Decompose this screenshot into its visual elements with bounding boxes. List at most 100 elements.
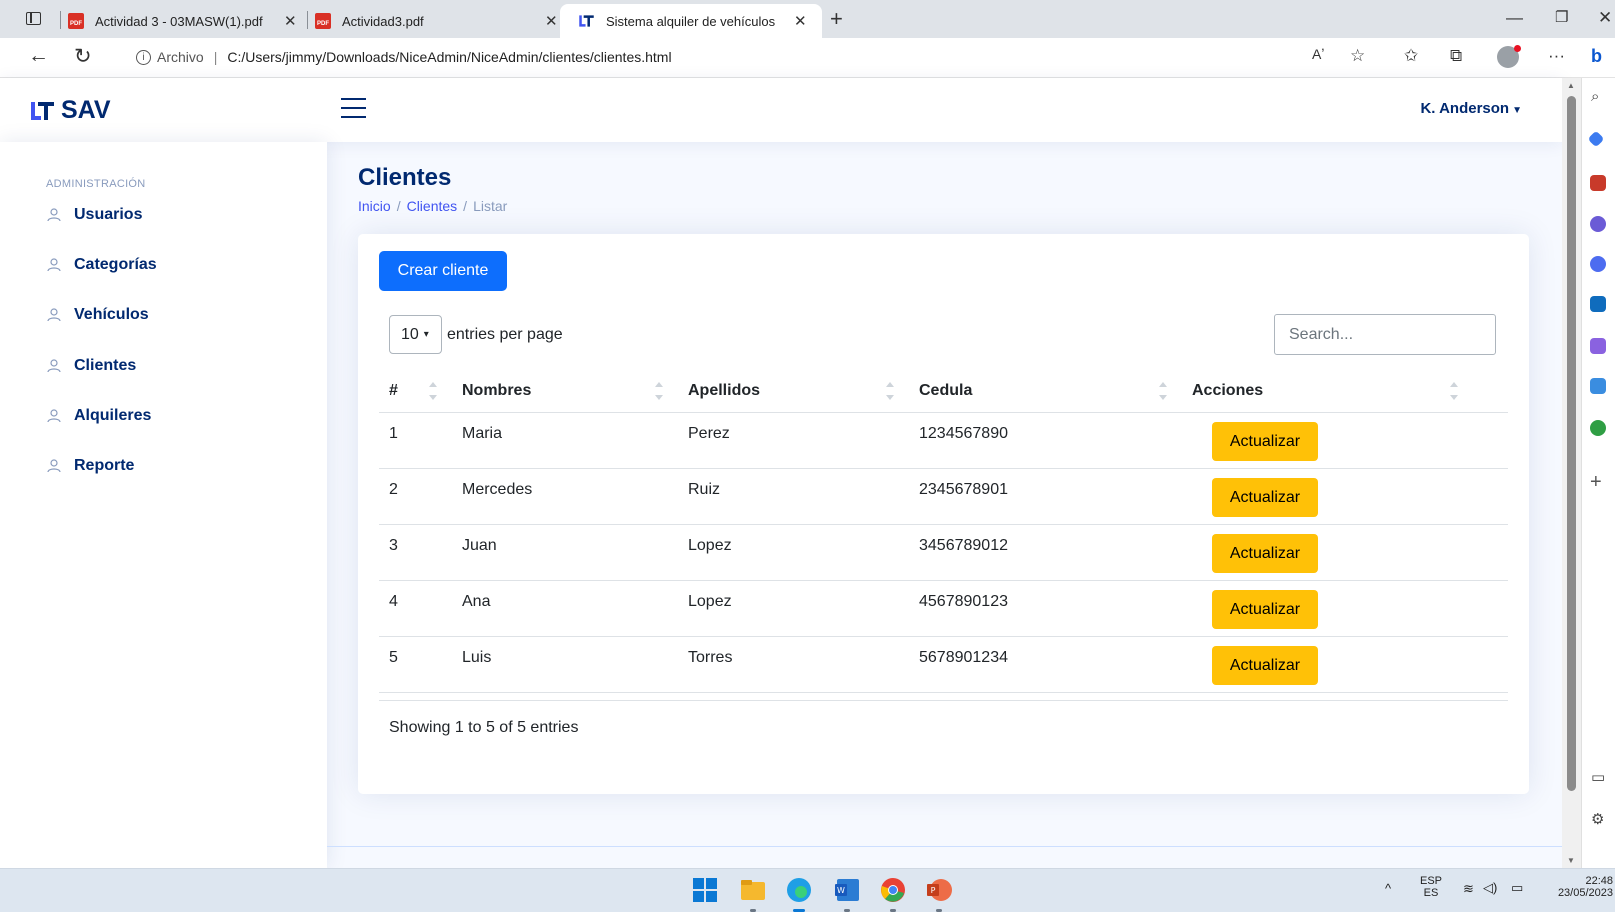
tree-icon[interactable] (1590, 420, 1606, 436)
entries-per-page-select[interactable]: 10 ▾ (389, 315, 442, 354)
update-button[interactable]: Actualizar (1212, 534, 1318, 573)
page-scrollbar[interactable]: ▲ ▼ (1562, 78, 1581, 868)
scroll-down-icon[interactable]: ▼ (1567, 856, 1575, 865)
footer-divider (327, 846, 1562, 847)
close-icon[interactable]: ✕ (284, 12, 297, 30)
breadcrumb-clientes[interactable]: Clientes (407, 198, 458, 214)
url-protocol-label: Archivo (157, 49, 204, 65)
cell-cedula: 4567890123 (919, 593, 1008, 610)
cell-apellidos: Ruiz (688, 481, 721, 498)
sidebar-item-label: Usuarios (74, 206, 143, 223)
person-icon (47, 409, 61, 423)
scroll-up-icon[interactable]: ▲ (1567, 81, 1575, 90)
site-logo-icon (31, 101, 54, 120)
bing-copilot-icon[interactable]: b (1591, 46, 1602, 67)
back-arrow-icon[interactable]: ← (28, 44, 49, 68)
sort-icon[interactable] (1450, 380, 1458, 404)
cell-nombres: Luis (462, 649, 492, 666)
wifi-icon[interactable]: ≋ (1463, 881, 1474, 897)
table-row: 5 Luis Torres 5678901234 Actualizar (379, 637, 1508, 693)
update-button[interactable]: Actualizar (1212, 422, 1318, 461)
add-sidebar-app-icon[interactable]: + (1590, 471, 1602, 494)
info-icon[interactable]: i (136, 49, 151, 65)
tab-actions-icon[interactable] (26, 12, 41, 25)
sidebar-item-clientes[interactable]: Clientes (46, 357, 136, 375)
tab-actividad3-pdf-1[interactable]: PDF Actividad 3 - 03MASW(1).pdf ✕ (68, 4, 304, 38)
tray-overflow-icon[interactable]: ^ (1385, 881, 1391, 896)
sidebar-item-vehiculos[interactable]: Vehículos (46, 306, 149, 324)
menu-toggle-icon[interactable] (341, 98, 366, 120)
windows-start-icon[interactable] (692, 877, 718, 903)
sort-icon[interactable] (1159, 380, 1167, 404)
tab-separator (60, 11, 61, 29)
battery-icon[interactable]: ▭ (1511, 880, 1523, 896)
file-explorer-icon[interactable] (740, 877, 766, 903)
update-button[interactable]: Actualizar (1212, 478, 1318, 517)
search-input[interactable]: Search... (1274, 314, 1496, 355)
column-header-cedula[interactable]: Cedula (919, 382, 972, 400)
clock[interactable]: 22:48 23/05/2023 (1545, 875, 1613, 899)
outlook-icon[interactable] (1590, 296, 1606, 312)
table-row: 2 Mercedes Ruiz 2345678901 Actualizar (379, 469, 1508, 525)
sort-icon[interactable] (655, 380, 663, 404)
scrollbar-thumb[interactable] (1567, 96, 1576, 791)
update-button[interactable]: Actualizar (1212, 590, 1318, 629)
brand-logo[interactable]: SAV (29, 96, 111, 125)
column-header-apellidos[interactable]: Apellidos (688, 382, 760, 400)
column-header-acciones[interactable]: Acciones (1192, 382, 1263, 400)
tab-sistema-alquiler[interactable]: Sistema alquiler de vehículos ✕ (560, 4, 822, 38)
favorites-icon[interactable]: ✩ (1404, 46, 1418, 66)
brand-name: SAV (61, 96, 111, 124)
designer-icon[interactable] (1590, 338, 1606, 354)
gear-icon[interactable]: ⚙ (1591, 810, 1604, 828)
create-client-button[interactable]: Crear cliente (379, 251, 507, 291)
user-profile-menu[interactable]: K. Anderson ▼ (1420, 100, 1522, 117)
profile-avatar-icon[interactable] (1497, 45, 1521, 68)
breadcrumb-inicio[interactable]: Inicio (358, 198, 391, 214)
shopping-tag-icon[interactable] (1587, 130, 1605, 148)
minimize-icon[interactable]: — (1506, 8, 1523, 28)
chrome-icon[interactable] (880, 877, 906, 903)
send-icon[interactable] (1590, 378, 1606, 394)
tab-actividad3-pdf-2[interactable]: PDF Actividad3.pdf ✕ (315, 4, 558, 38)
person-icon (47, 308, 61, 322)
breadcrumb: Inicio / Clientes / Listar (358, 198, 508, 214)
sort-icon[interactable] (886, 380, 894, 404)
add-favorite-icon[interactable]: ☆ (1350, 46, 1365, 66)
column-header-number[interactable]: # (389, 382, 398, 400)
tools-briefcase-icon[interactable] (1590, 175, 1606, 191)
browser-address-bar: ← ↻ i Archivo | C:/Users/jimmy/Downloads… (0, 38, 1615, 78)
sidebar-item-alquileres[interactable]: Alquileres (46, 407, 151, 425)
language-indicator[interactable]: ESP ES (1420, 875, 1442, 899)
url-text[interactable]: C:/Users/jimmy/Downloads/NiceAdmin/NiceA… (227, 49, 671, 65)
cell-cedula: 2345678901 (919, 481, 1008, 498)
microsoft-365-icon[interactable] (1590, 256, 1606, 272)
games-icon[interactable] (1590, 216, 1606, 232)
volume-icon[interactable]: ◁) (1483, 880, 1497, 896)
sort-icon[interactable] (429, 380, 437, 404)
powerpoint-icon[interactable]: P (926, 877, 952, 903)
user-name: K. Anderson (1420, 100, 1510, 117)
sidebar-item-usuarios[interactable]: Usuarios (46, 206, 142, 224)
sidebar-item-categorias[interactable]: Categorías (46, 256, 157, 274)
refresh-icon[interactable]: ↻ (74, 44, 92, 69)
more-options-icon[interactable]: ··· (1548, 46, 1565, 66)
column-header-nombres[interactable]: Nombres (462, 382, 531, 400)
cell-id: 3 (389, 537, 398, 554)
search-icon[interactable]: ⌕ (1591, 88, 1599, 105)
collections-icon[interactable]: ⧉ (1450, 46, 1462, 66)
new-tab-icon[interactable]: + (830, 8, 843, 30)
sidebar-panel-icon[interactable]: ▭ (1591, 768, 1605, 786)
window-close-icon[interactable]: ✕ (1598, 8, 1612, 28)
update-button[interactable]: Actualizar (1212, 646, 1318, 685)
url-bar[interactable]: i Archivo | C:/Users/jimmy/Downloads/Nic… (116, 42, 1388, 72)
read-aloud-icon[interactable]: Aʼ (1312, 46, 1324, 62)
close-icon[interactable]: ✕ (545, 12, 558, 30)
maximize-icon[interactable]: ❐ (1555, 8, 1568, 26)
close-icon[interactable]: ✕ (794, 12, 807, 30)
edge-browser-icon[interactable] (786, 877, 812, 903)
word-icon[interactable]: W (834, 877, 860, 903)
cell-cedula: 3456789012 (919, 537, 1008, 554)
sidebar-item-reporte[interactable]: Reporte (46, 457, 134, 475)
entries-info: Showing 1 to 5 of 5 entries (389, 719, 579, 736)
